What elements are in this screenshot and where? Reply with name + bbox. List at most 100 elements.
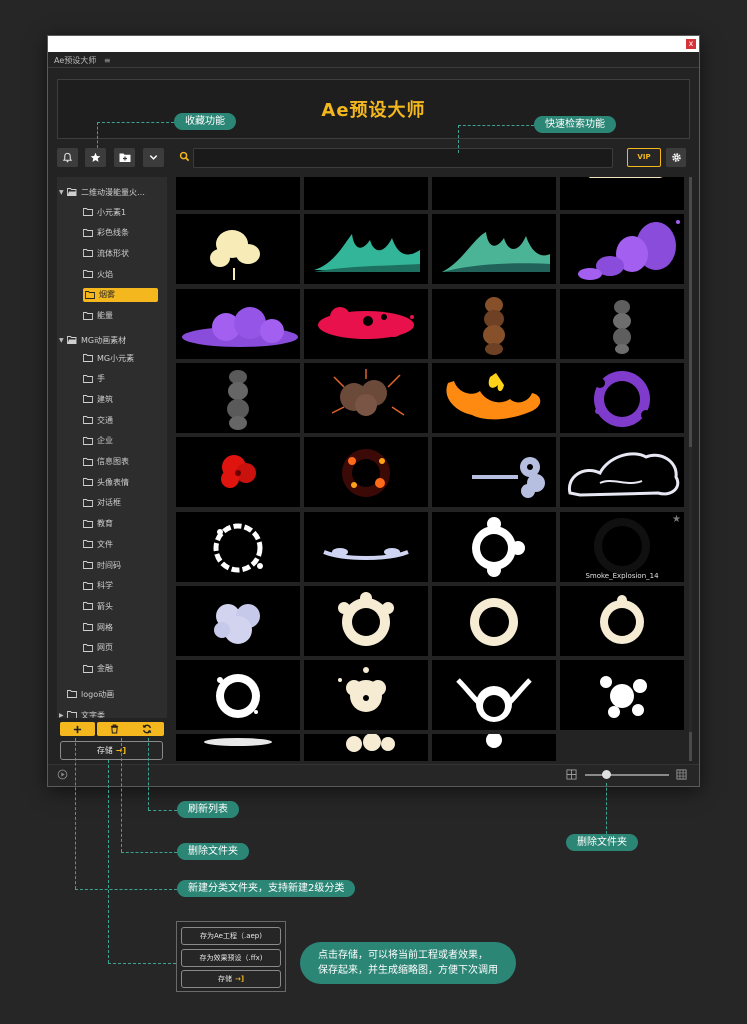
preset-thumbnail[interactable] [304, 177, 428, 210]
preset-thumbnail[interactable] [432, 734, 556, 761]
sidebar-item[interactable]: 能量 [83, 309, 113, 323]
sidebar-item[interactable]: 文件 [83, 537, 113, 551]
panel-menu-icon[interactable]: ≡ [104, 56, 111, 65]
caret-right-icon[interactable]: ▶ [59, 712, 67, 719]
collapse-menu-button[interactable] [143, 148, 164, 167]
vip-button[interactable]: VIP [627, 148, 661, 167]
preset-thumbnail[interactable] [304, 660, 428, 731]
tree-group-text[interactable]: ▶ 文字类 [59, 708, 105, 718]
preset-thumbnail[interactable] [560, 437, 684, 508]
preset-thumbnail[interactable] [560, 362, 684, 433]
preset-thumbnail[interactable] [432, 362, 556, 433]
preset-thumbnail[interactable]: ★ Smoke_Explosion_14 [560, 511, 684, 582]
preset-thumbnail[interactable] [560, 214, 684, 285]
play-circle-icon[interactable] [57, 769, 68, 780]
search-input[interactable] [193, 148, 613, 168]
delete-folder-button[interactable] [97, 722, 132, 736]
preset-thumbnail[interactable] [176, 511, 300, 582]
caret-down-icon[interactable]: ▼ [59, 189, 67, 196]
preset-thumbnail[interactable] [176, 288, 300, 359]
bell-button[interactable] [57, 148, 78, 167]
thumbnail-size-slider[interactable] [585, 774, 669, 776]
preset-artwork [314, 234, 420, 273]
preset-thumbnail[interactable] [304, 585, 428, 656]
sidebar-item[interactable]: 网页 [83, 641, 113, 655]
preset-thumbnail[interactable] [304, 734, 428, 761]
add-folder-button[interactable] [114, 148, 135, 167]
save-as-ffx-option[interactable]: 存为效果预设（.ffx) [181, 949, 281, 967]
sidebar-item[interactable]: MG小元素 [83, 351, 134, 365]
sidebar-item[interactable]: 火焰 [83, 267, 113, 281]
tree-group-label: logo动画 [81, 689, 115, 699]
preset-thumbnail[interactable] [432, 437, 556, 508]
sidebar-item[interactable]: 箭头 [83, 599, 113, 613]
preset-thumbnail[interactable] [432, 660, 556, 731]
callout-line [97, 122, 98, 148]
sidebar-item[interactable]: 彩色线条 [83, 226, 129, 240]
sidebar-item[interactable]: 科学 [83, 579, 113, 593]
preset-thumbnail[interactable] [560, 177, 684, 210]
scrollbar-thumb[interactable] [689, 177, 692, 447]
preset-thumbnail[interactable] [176, 177, 300, 210]
favorites-button[interactable] [85, 148, 106, 167]
save-as-aep-option[interactable]: 存为Ae工程（.aep) [181, 927, 281, 945]
sidebar-item[interactable]: 手 [83, 372, 105, 386]
slider-knob[interactable] [602, 770, 611, 779]
tree-group-logo[interactable]: logo动画 [67, 687, 114, 701]
sidebar-item[interactable]: 信息图表 [83, 455, 129, 469]
sidebar-item-label: 信息图表 [97, 457, 129, 466]
preset-thumbnail[interactable] [432, 585, 556, 656]
sidebar-item[interactable]: 头像表情 [83, 475, 129, 489]
sidebar-item-label: 流体形状 [97, 248, 129, 258]
preset-thumbnail[interactable] [304, 511, 428, 582]
preset-thumbnail[interactable] [304, 288, 428, 359]
caret-down-icon[interactable]: ▼ [59, 337, 67, 344]
refresh-icon [142, 724, 151, 734]
preset-thumbnail[interactable] [176, 437, 300, 508]
favorite-star-icon[interactable]: ★ [672, 514, 681, 525]
sidebar-item[interactable]: 企业 [83, 434, 113, 448]
panel-tab[interactable]: Ae预设大师 ≡ [54, 55, 111, 66]
preset-thumbnail[interactable] [304, 214, 428, 285]
sidebar-item[interactable]: 网格 [83, 620, 113, 634]
callout-refresh-list: 刷新列表 [177, 801, 239, 818]
preset-artwork [176, 177, 300, 210]
preset-thumbnail[interactable] [432, 288, 556, 359]
preset-thumbnail[interactable] [176, 660, 300, 731]
sidebar-item[interactable]: 金融 [83, 662, 113, 676]
folder-icon [83, 395, 93, 404]
preset-thumbnail[interactable] [560, 585, 684, 656]
preset-thumbnail[interactable] [560, 660, 684, 731]
sidebar-item[interactable]: 对话框 [83, 496, 121, 510]
sidebar-item[interactable]: 时间码 [83, 558, 121, 572]
sidebar-item[interactable]: 流体形状 [83, 246, 129, 260]
preset-thumbnail[interactable] [560, 288, 684, 359]
preset-thumbnail[interactable] [432, 214, 556, 285]
sidebar-item[interactable]: 交通 [83, 413, 113, 427]
preset-thumbnail[interactable] [176, 734, 300, 761]
preset-artwork [227, 369, 249, 430]
preset-thumbnail[interactable] [304, 437, 428, 508]
sidebar-item[interactable]: 烟雾 [83, 287, 158, 302]
tree-group-label: 文字类 [81, 710, 105, 719]
add-category-button[interactable] [60, 722, 95, 736]
preset-thumbnail[interactable] [176, 362, 300, 433]
settings-button[interactable] [666, 148, 686, 167]
sidebar-item[interactable]: 教育 [83, 517, 113, 531]
grid-scrollbar[interactable] [689, 177, 692, 761]
close-button[interactable]: x [686, 39, 696, 49]
tree-group-anime-energy[interactable]: ▼ 二维动漫能量火… [59, 185, 145, 199]
preset-thumbnail[interactable] [304, 362, 428, 433]
refresh-list-button[interactable] [129, 722, 164, 736]
sidebar-item[interactable]: 建筑 [83, 392, 113, 406]
preset-thumbnail[interactable] [176, 585, 300, 656]
preset-thumbnail[interactable] [432, 177, 556, 210]
preset-thumbnail[interactable] [432, 511, 556, 582]
grid-large-icon[interactable] [676, 769, 687, 780]
tree-group-mg-assets[interactable]: ▼ MG动画素材 [59, 333, 126, 347]
folder-icon [83, 643, 93, 652]
sidebar-item[interactable]: 小元素1 [83, 205, 126, 219]
grid-small-icon[interactable] [566, 769, 577, 780]
save-option[interactable]: 存储 →] [181, 970, 281, 988]
preset-thumbnail[interactable] [176, 214, 300, 285]
